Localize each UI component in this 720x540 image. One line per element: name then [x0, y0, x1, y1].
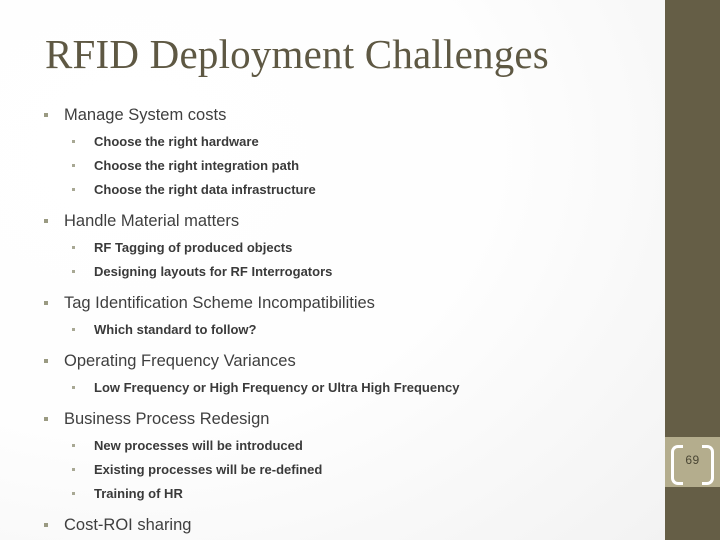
bullet-item-level2: Choose the right hardware	[40, 130, 640, 154]
bullet-item-level1: Handle Material matters	[40, 209, 640, 234]
bullet-dot-icon	[72, 246, 75, 249]
presentation-slide: RFID Deployment Challenges Manage System…	[0, 0, 720, 540]
bullet-dot-icon	[44, 113, 48, 117]
bullet-item-level2: Existing processes will be re-defined	[40, 458, 640, 482]
bullet-label: Tag Identification Scheme Incompatibilit…	[64, 294, 375, 312]
bullet-dot-icon	[72, 386, 75, 389]
bullet-item-level2: Choose the right data infrastructure	[40, 178, 640, 202]
bullet-label: Choose the right data infrastructure	[94, 182, 316, 197]
bullet-label: Training of HR	[94, 486, 183, 501]
bullet-item-level2: Designing layouts for RF Interrogators	[40, 260, 640, 284]
page-number-badge: 69	[665, 437, 720, 487]
bullet-dot-icon	[44, 301, 48, 305]
bullet-dot-icon	[44, 523, 48, 527]
bullet-dot-icon	[72, 328, 75, 331]
bullet-dot-icon	[44, 417, 48, 421]
bullet-dot-icon	[44, 219, 48, 223]
bullet-label: Cost-ROI sharing	[64, 516, 192, 534]
slide-accent-sidebar: 69	[665, 0, 720, 540]
bullet-label: Operating Frequency Variances	[64, 352, 296, 370]
bullet-list: Manage System costs Choose the right hard…	[40, 103, 640, 538]
page-number-label: 69	[685, 453, 700, 467]
bullet-dot-icon	[72, 492, 75, 495]
bullet-label: Handle Material matters	[64, 212, 240, 230]
bullet-label: RF Tagging of produced objects	[94, 240, 293, 255]
bullet-dot-icon	[44, 359, 48, 363]
bullet-label: Choose the right hardware	[94, 134, 259, 149]
bullet-item-level1: Tag Identification Scheme Incompatibilit…	[40, 291, 640, 316]
bullet-label: Which standard to follow?	[94, 322, 257, 337]
bullet-dot-icon	[72, 164, 75, 167]
bullet-item-level2: Low Frequency or High Frequency or Ultra…	[40, 376, 640, 400]
bullet-dot-icon	[72, 468, 75, 471]
bullet-item-level2: Choose the right integration path	[40, 154, 640, 178]
bullet-item-level1: Cost-ROI sharing	[40, 513, 640, 538]
bullet-item-level1: Operating Frequency Variances	[40, 349, 640, 374]
bullet-item-level2: New processes will be introduced	[40, 434, 640, 458]
bullet-label: Designing layouts for RF Interrogators	[94, 264, 333, 279]
bullet-item-level1: Manage System costs	[40, 103, 640, 128]
bullet-dot-icon	[72, 188, 75, 191]
bullet-item-level2: Which standard to follow?	[40, 318, 640, 342]
bullet-label: Existing processes will be re-defined	[94, 462, 323, 477]
bullet-dot-icon	[72, 444, 75, 447]
bullet-label: Manage System costs	[64, 106, 227, 124]
bullet-dot-icon	[72, 270, 75, 273]
bullet-item-level1: Business Process Redesign	[40, 407, 640, 432]
bullet-label: New processes will be introduced	[94, 438, 303, 453]
bullet-label: Choose the right integration path	[94, 158, 300, 173]
bullet-item-level2: Training of HR	[40, 482, 640, 506]
bullet-label: Business Process Redesign	[64, 410, 270, 428]
bullet-label: Low Frequency or High Frequency or Ultra…	[94, 380, 460, 395]
bullet-item-level2: RF Tagging of produced objects	[40, 236, 640, 260]
page-title: RFID Deployment Challenges	[45, 31, 549, 77]
bullet-dot-icon	[72, 140, 75, 143]
